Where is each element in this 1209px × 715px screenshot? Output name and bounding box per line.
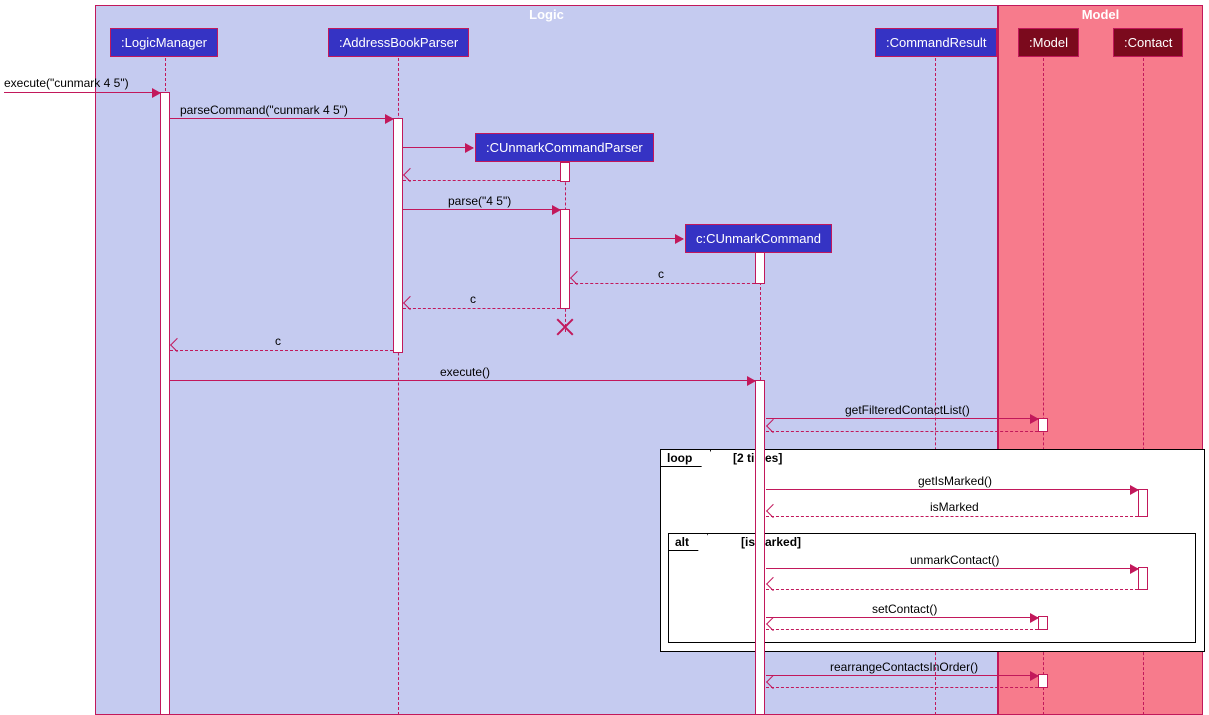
msg-executecall: execute() (440, 365, 490, 379)
participant-addressbookparser: :AddressBookParser (328, 28, 469, 57)
participant-contact: :Contact (1113, 28, 1183, 57)
activation-model-1 (1038, 418, 1048, 432)
fragment-alt-label: alt (669, 534, 708, 551)
activation-parser-1 (560, 162, 570, 182)
msg-parse: parse("4 5") (448, 194, 511, 208)
destroy-icon (556, 318, 574, 336)
msg-getfiltered: getFilteredContactList() (845, 403, 970, 417)
activation-logicmanager (160, 92, 170, 715)
msg-getismarked: getIsMarked() (918, 474, 992, 488)
msg-ret-c1: c (658, 267, 664, 281)
activation-model-3 (1038, 674, 1048, 688)
activation-model-2 (1038, 616, 1048, 630)
frame-logic-title: Logic (529, 7, 564, 22)
fragment-alt-guard: [isMarked] (741, 535, 801, 549)
msg-rearrange: rearrangeContactsInOrder() (830, 660, 978, 674)
activation-addressbookparser (393, 118, 403, 353)
participant-cunmarkcommand: c:CUnmarkCommand (685, 224, 832, 253)
activation-contact-2 (1138, 567, 1148, 590)
msg-ismarked: isMarked (930, 500, 979, 514)
participant-logicmanager: :LogicManager (110, 28, 218, 57)
msg-ret-c3: c (275, 334, 281, 348)
msg-parsecommand: parseCommand("cunmark 4 5") (180, 103, 348, 117)
activation-cmd-2 (755, 380, 765, 715)
participant-model: :Model (1018, 28, 1079, 57)
msg-unmark: unmarkContact() (910, 553, 999, 567)
msg-ret-c2: c (470, 292, 476, 306)
fragment-alt: alt [isMarked] (668, 533, 1196, 643)
activation-parser-2 (560, 209, 570, 309)
activation-contact-1 (1138, 489, 1148, 517)
fragment-loop-label: loop (661, 450, 711, 467)
participant-cunmarkcommandparser: :CUnmarkCommandParser (475, 133, 654, 162)
msg-execute: execute("cunmark 4 5") (4, 76, 129, 90)
msg-setcontact: setContact() (872, 602, 937, 616)
participant-commandresult: :CommandResult (875, 28, 997, 57)
frame-model-title: Model (1082, 7, 1120, 22)
activation-cmd-1 (755, 252, 765, 284)
